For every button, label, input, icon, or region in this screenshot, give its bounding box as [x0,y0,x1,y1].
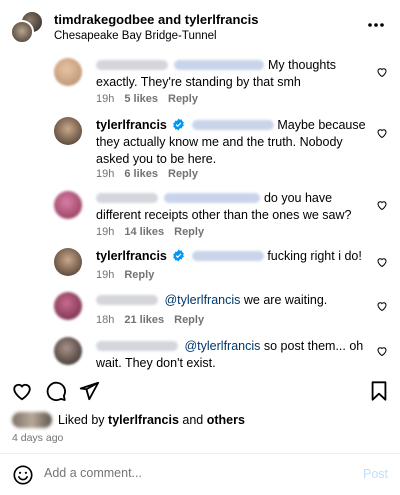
reply-button[interactable]: Reply [168,93,198,105]
comment-text: we are waiting. [243,293,328,307]
comment-mention[interactable]: @tylerlfrancis [164,293,240,307]
redacted-username [96,341,178,351]
bookmark-icon[interactable] [368,380,390,402]
redacted-username [96,295,158,305]
comment: @tylerlfrancis we are waiting. 18h 21 lik… [54,292,388,328]
comment-icon[interactable] [45,380,67,402]
comment-mention[interactable]: @tylerlfrancis [184,339,260,353]
heart-icon[interactable] [376,199,388,211]
comment: do you have different receipts other tha… [54,189,388,241]
comment-time: 19h [96,168,115,180]
comment-likes[interactable]: 5 likes [124,93,158,105]
emoji-icon[interactable] [12,464,34,486]
redacted-username [96,60,168,70]
comment-meta: 19h 14 likes Reply [96,226,214,238]
comment-likes[interactable]: 21 likes [124,314,164,326]
avatar [10,20,34,44]
comment-username[interactable]: tylerlfrancis [96,118,167,132]
avatar[interactable] [54,337,82,365]
avatar[interactable] [54,292,82,320]
comment-text: fucking right i do! [267,249,362,263]
verified-icon [173,118,185,131]
post-owners[interactable]: timdrakegodbee and tylerlfrancis [54,12,258,27]
heart-icon[interactable] [376,300,388,312]
comment-time: 19h [96,93,115,105]
reply-button[interactable]: Reply [174,314,204,326]
location-link[interactable]: Chesapeake Bay Bridge-Tunnel [54,30,217,42]
redacted-mention [164,193,261,203]
heart-icon[interactable] [376,127,388,139]
avatar[interactable] [54,58,82,86]
comment-time: 19h [96,269,115,281]
heart-icon[interactable] [376,66,388,78]
reply-button[interactable]: Reply [168,168,198,180]
post-button[interactable]: Post [363,467,388,481]
comment-meta: 19h 5 likes Reply [96,93,208,105]
heart-icon[interactable] [376,256,388,268]
post-header: timdrakegodbee and tylerlfrancis Chesape… [0,0,400,50]
avatar [12,412,52,428]
comment-input[interactable] [44,466,324,480]
liked-by-label: Liked by [58,413,105,427]
liked-by-others[interactable]: others [207,413,245,427]
heart-icon[interactable] [11,380,33,402]
add-comment-bar: Post [0,454,400,495]
comment-meta: 19h 6 likes Reply [96,168,208,180]
redacted-mention [174,60,265,70]
action-bar [0,376,400,406]
more-icon[interactable] [366,15,386,35]
comment-likes[interactable]: 6 likes [124,168,158,180]
avatar[interactable] [54,191,82,219]
comment-time: 19h [96,226,115,238]
comment-meta: 19h Reply [96,269,164,281]
heart-icon[interactable] [376,345,388,357]
reply-button[interactable]: Reply [174,226,204,238]
comment: tylerlfrancis Maybe because they actuall… [54,117,388,180]
avatar-pair[interactable] [10,10,44,44]
comment: My thoughts exactly. They're standing by… [54,56,388,110]
avatar[interactable] [54,248,82,276]
liked-by-user[interactable]: tylerlfrancis [108,413,179,427]
comment-time: 18h [96,314,115,326]
comment: @tylerlfrancis so post them... oh wait. … [54,337,388,371]
redacted-username [96,193,158,203]
liked-by-and: and [182,413,204,427]
comment: tylerlfrancis fucking right i do! 19h Rep… [54,248,388,284]
comment-meta: 18h 21 likes Reply [96,314,214,326]
verified-icon [173,249,185,262]
redacted-mention [191,251,264,261]
comment-username[interactable]: tylerlfrancis [96,249,167,263]
post-date: 4 days ago [12,432,64,444]
comment-likes[interactable]: 14 likes [124,226,164,238]
reply-button[interactable]: Reply [124,269,154,281]
avatar[interactable] [54,117,82,145]
share-icon[interactable] [78,380,100,402]
likes-summary: Liked by tylerlfrancis and others [12,411,392,431]
redacted-mention [191,120,274,130]
